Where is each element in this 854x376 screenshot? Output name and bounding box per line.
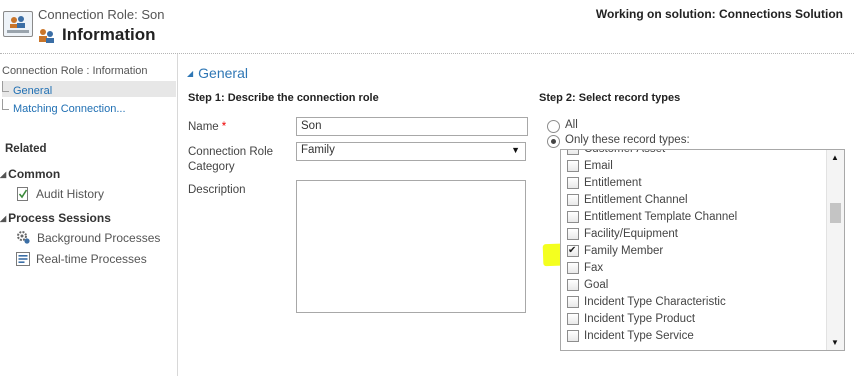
record-type-item[interactable]: Facility/Equipment — [561, 226, 825, 243]
tree-connector — [2, 81, 9, 92]
record-type-name: Incident Type Product — [584, 313, 696, 325]
record-type-name: Fax — [584, 262, 604, 274]
collapse-triangle-icon: ◢ — [0, 170, 7, 179]
nav-item-audit-history[interactable]: Audit History — [16, 185, 104, 203]
nav-group-common[interactable]: ◢ Common — [0, 167, 60, 181]
required-marker: * — [221, 121, 227, 133]
name-label: Name * — [188, 120, 226, 135]
radio-button[interactable] — [547, 135, 560, 148]
record-type-item[interactable]: Entitlement Channel — [561, 192, 825, 209]
category-select[interactable]: Family ▼ — [296, 142, 526, 161]
record-type-checkbox[interactable] — [567, 150, 579, 155]
name-field[interactable]: Son — [296, 117, 528, 136]
scroll-up-arrow-icon[interactable]: ▲ — [831, 153, 839, 162]
record-type-checkbox[interactable] — [567, 313, 579, 325]
nav-item-label: Matching Connection... — [13, 103, 126, 115]
record-type-item[interactable]: Fax — [561, 260, 825, 277]
nav-group-label: Process Sessions — [8, 211, 111, 225]
form-selector-icon[interactable] — [38, 28, 56, 47]
description-textarea[interactable] — [296, 180, 526, 313]
record-type-list[interactable]: Customer Asset Email Entitlement Entitlemen… — [560, 149, 845, 351]
collapse-triangle-icon: ◢ — [0, 214, 7, 223]
record-type-checkbox[interactable] — [567, 177, 579, 189]
record-type-item[interactable]: Incident Type Service — [561, 328, 825, 345]
record-type-item[interactable]: Customer Asset — [561, 149, 825, 158]
related-heading: Related — [5, 143, 47, 155]
category-label: Connection Role Category — [188, 146, 274, 173]
record-type-checkbox[interactable] — [567, 262, 579, 274]
dropdown-arrow-icon: ▼ — [511, 145, 520, 155]
record-type-name: Entitlement Channel — [584, 194, 688, 206]
step1-heading: Step 1: Describe the connection role — [188, 92, 379, 104]
nav-item-label: Audit History — [36, 187, 105, 201]
nav-item-label: General — [13, 85, 53, 97]
record-type-checkbox[interactable] — [567, 296, 579, 308]
nav-item-background-processes[interactable]: Background Processes — [16, 229, 160, 247]
record-subtitle: Connection Role: Son — [38, 7, 165, 22]
solution-indicator: Working on solution: Connections Solutio… — [595, 7, 843, 21]
section-title: General — [198, 65, 248, 81]
record-type-checkbox[interactable] — [567, 211, 579, 223]
record-type-name: Incident Type Service — [584, 330, 694, 342]
form-header: Connection Role: Son Information Working… — [0, 0, 854, 54]
category-value: Family — [301, 144, 335, 156]
nav-breadcrumb: Connection Role : Information — [2, 65, 148, 77]
record-type-name: Email — [584, 160, 613, 172]
collapse-triangle-icon: ◢ — [187, 69, 194, 78]
record-type-name: Entitlement Template Channel — [584, 211, 738, 223]
nav-item-label: Real-time Processes — [36, 252, 147, 266]
record-type-checkbox[interactable] — [567, 194, 579, 206]
record-type-name: Family Member — [584, 245, 664, 257]
record-type-rows: Customer Asset Email Entitlement Entitlemen… — [561, 149, 825, 345]
radio-label: All — [565, 119, 578, 131]
vertical-scrollbar[interactable]: ▲ ▼ — [826, 150, 844, 350]
record-type-name: Incident Type Characteristic — [584, 296, 726, 308]
nav-group-label: Common — [8, 167, 61, 181]
radio-label: Only these record types: — [565, 134, 690, 146]
nav-divider — [177, 54, 178, 376]
record-type-item[interactable]: Family Member — [561, 242, 825, 260]
record-type-item[interactable]: Goal — [561, 277, 825, 294]
record-type-checkbox[interactable] — [567, 242, 579, 259]
scroll-thumb[interactable] — [830, 203, 841, 223]
connection-role-entity-icon — [3, 11, 33, 37]
record-type-name: Goal — [584, 279, 609, 291]
nav-item-label: Background Processes — [37, 231, 161, 245]
nav-group-process-sessions[interactable]: ◢ Process Sessions — [0, 211, 111, 225]
record-type-checkbox[interactable] — [567, 160, 579, 172]
record-type-item[interactable]: Entitlement Template Channel — [561, 209, 825, 226]
record-type-name: Facility/Equipment — [584, 228, 678, 240]
scroll-down-arrow-icon[interactable]: ▼ — [831, 338, 839, 347]
nav-item-realtime-processes[interactable]: Real-time Processes — [16, 250, 147, 268]
record-type-item[interactable]: Incident Type Characteristic — [561, 294, 825, 311]
nav-item-general[interactable]: General — [2, 81, 176, 97]
tree-connector — [2, 99, 9, 110]
description-label: Description — [188, 184, 246, 196]
realtime-process-icon — [16, 252, 30, 271]
step2-heading: Step 2: Select record types — [539, 92, 681, 104]
record-type-checkbox[interactable] — [567, 228, 579, 240]
record-type-name: Entitlement — [584, 177, 642, 189]
audit-history-icon — [16, 187, 30, 206]
record-type-item[interactable]: Email — [561, 158, 825, 175]
record-type-name: Customer Asset — [584, 149, 666, 155]
left-navigation: Connection Role : Information General Ma… — [0, 54, 178, 376]
section-general-header[interactable]: ◢ General — [187, 65, 248, 81]
record-type-checkbox[interactable] — [567, 330, 579, 342]
name-label-text: Name — [188, 121, 219, 133]
record-type-item[interactable]: Entitlement — [561, 175, 825, 192]
background-process-icon — [16, 230, 31, 250]
radio-button[interactable] — [547, 120, 560, 133]
form-title[interactable]: Information — [62, 25, 156, 45]
nav-item-matching-connection[interactable]: Matching Connection... — [2, 99, 126, 115]
record-type-item[interactable]: Incident Type Product — [561, 311, 825, 328]
record-type-checkbox[interactable] — [567, 279, 579, 291]
